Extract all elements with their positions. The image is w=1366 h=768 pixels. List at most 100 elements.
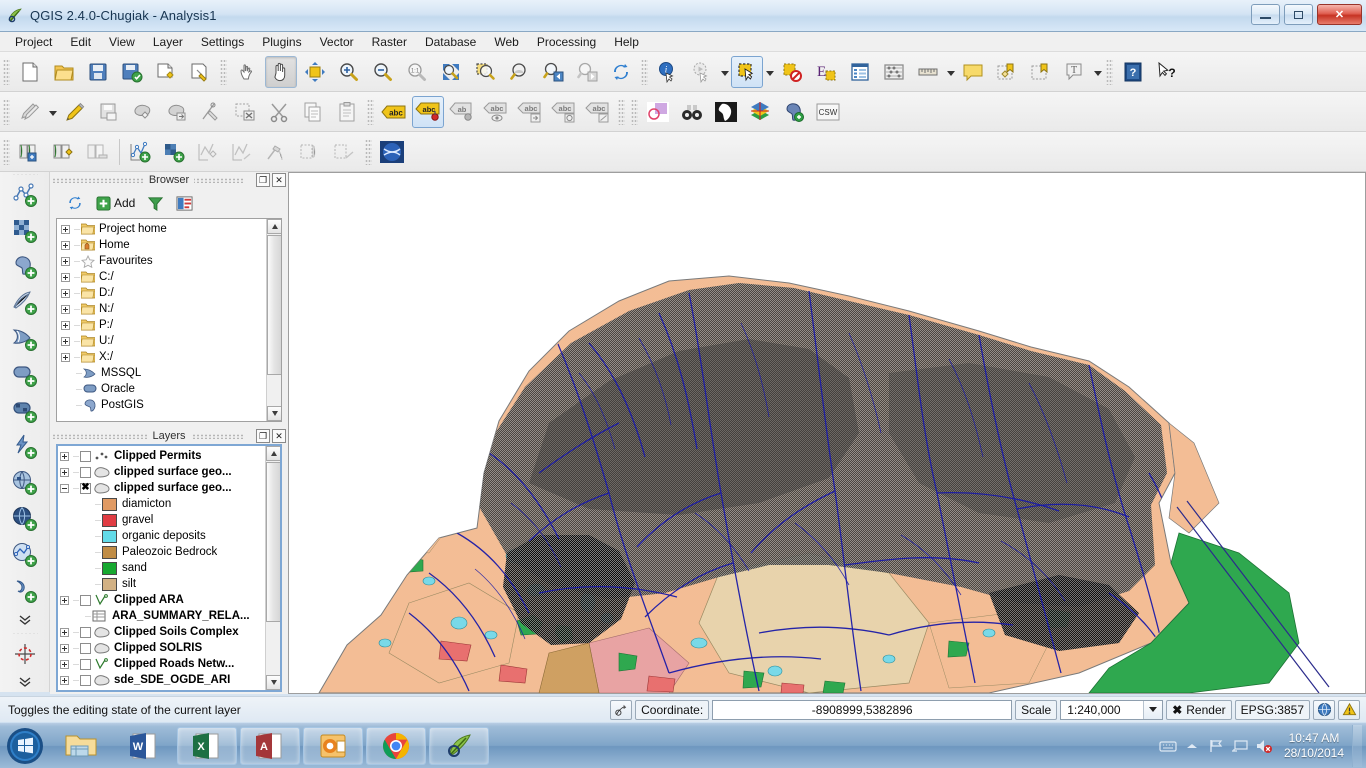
network-icon[interactable]: [1228, 726, 1252, 766]
collapse-minus-icon[interactable]: [60, 483, 69, 493]
menu-help[interactable]: Help: [605, 33, 648, 51]
layer-visibility-checkbox[interactable]: [80, 642, 91, 654]
layer-item[interactable]: ··· sde_SDE_OGDE_ARI: [58, 672, 265, 688]
access-icon[interactable]: A: [240, 726, 300, 765]
browser-float-button[interactable]: ❐: [256, 173, 270, 187]
new-bookmark-icon[interactable]: [991, 56, 1023, 88]
expand-more-icon[interactable]: [8, 610, 42, 630]
layer-item[interactable]: ··· Clipped Roads Netw...: [58, 656, 265, 672]
zoom-last-icon[interactable]: [537, 56, 569, 88]
browser-item[interactable]: ··· X:/: [57, 349, 266, 365]
paste-style-icon[interactable]: [329, 136, 361, 168]
word-icon[interactable]: W: [114, 727, 174, 765]
browser-item[interactable]: ··· Project home: [57, 221, 266, 237]
close-button[interactable]: ✕: [1317, 4, 1362, 25]
toolbar-grip-8[interactable]: [631, 98, 638, 125]
label-pin-icon[interactable]: abc: [412, 95, 444, 128]
add-spatialite-layer-icon[interactable]: [8, 286, 42, 320]
explorer-icon[interactable]: [51, 727, 111, 765]
browser-refresh-button[interactable]: [62, 191, 88, 215]
openlayers-plugin-icon[interactable]: [376, 136, 408, 168]
zoom-full-icon[interactable]: [435, 56, 467, 88]
copy-features-icon[interactable]: [297, 96, 329, 128]
layer-visibility-checkbox[interactable]: [80, 658, 91, 670]
expand-plus-icon[interactable]: [60, 627, 69, 637]
browser-item[interactable]: ··· N:/: [57, 301, 266, 317]
refresh-icon[interactable]: [605, 56, 637, 88]
layer-item[interactable]: ··· Clipped Permits: [58, 448, 265, 464]
geoprocessing-icon[interactable]: [261, 136, 293, 168]
browser-item[interactable]: ··· D:/: [57, 285, 266, 301]
help-contents-icon[interactable]: ?: [1117, 56, 1149, 88]
scale-value[interactable]: 1:240,000: [1061, 701, 1143, 719]
add-postgis-layer-icon[interactable]: [8, 250, 42, 284]
new-memory-layer-icon[interactable]: [159, 136, 191, 168]
expand-plus-icon[interactable]: [60, 675, 69, 685]
browser-item[interactable]: ··· U:/: [57, 333, 266, 349]
windows-start-orb-icon[interactable]: [2, 725, 48, 767]
new-vector-layer-icon[interactable]: [125, 136, 157, 168]
menu-layer[interactable]: Layer: [144, 33, 192, 51]
menu-plugins[interactable]: Plugins: [253, 33, 310, 51]
toolbar-grip-9[interactable]: [3, 138, 10, 165]
add-virtual-layer-icon[interactable]: [8, 574, 42, 608]
layer-item[interactable]: ··· Paleozoic Bedrock: [58, 544, 265, 560]
expand-plus-icon[interactable]: [60, 659, 69, 669]
toggle-editing-icon[interactable]: [59, 96, 91, 128]
layer-item[interactable]: ··· Clipped SOLRIS: [58, 640, 265, 656]
crs-status-button[interactable]: EPSG:3857: [1234, 699, 1310, 720]
add-db2-layer-icon[interactable]: [8, 394, 42, 428]
chevron-down-icon-scale[interactable]: [1143, 700, 1163, 719]
layers-scrollbar[interactable]: [265, 446, 280, 690]
cut-features-icon[interactable]: [263, 96, 295, 128]
toolbar-grip-6[interactable]: [367, 98, 374, 125]
chevron-down-icon-3[interactable]: [945, 56, 956, 88]
layer-visibility-checkbox[interactable]: [80, 594, 91, 606]
map-tips-icon[interactable]: [957, 56, 989, 88]
browser-close-button[interactable]: ✕: [272, 173, 286, 187]
expand-plus-icon[interactable]: [61, 240, 70, 250]
toolbar-grip-2[interactable]: [220, 58, 227, 85]
save-layer-edits-icon[interactable]: [93, 96, 125, 128]
browser-item[interactable]: ··· C:/: [57, 269, 266, 285]
browser-scroll-up-button[interactable]: [267, 219, 281, 234]
browser-scrollbar[interactable]: [266, 219, 281, 421]
new-gpx-layer-icon[interactable]: [227, 136, 259, 168]
open-attribute-table-icon[interactable]: [844, 56, 876, 88]
add-feature-icon[interactable]: [127, 96, 159, 128]
globe-raster-icon[interactable]: [710, 96, 742, 128]
delete-selected-icon[interactable]: [229, 96, 261, 128]
browser-item[interactable]: ··· Home: [57, 237, 266, 253]
expand-plus-icon[interactable]: [61, 272, 70, 282]
whats-this-icon[interactable]: ?: [1151, 56, 1183, 88]
toolbar-grip[interactable]: [3, 58, 10, 85]
expand-more-2-icon[interactable]: [8, 673, 42, 691]
chevron-down-icon-4[interactable]: [1092, 56, 1103, 88]
layer-visibility-checkbox[interactable]: [80, 466, 91, 478]
postgis-manager-icon[interactable]: [778, 96, 810, 128]
crs-globe-icon[interactable]: [1313, 699, 1335, 720]
toolbar-grip-7[interactable]: [618, 98, 625, 125]
show-desktop-button[interactable]: [1352, 724, 1362, 767]
layer-visibility-checkbox[interactable]: [80, 626, 91, 638]
gdal-tools-icon[interactable]: [744, 96, 776, 128]
touch-zoom-icon[interactable]: [231, 56, 263, 88]
browser-add-button[interactable]: Add: [92, 193, 139, 214]
paste-features-icon[interactable]: [331, 96, 363, 128]
open-field-calculator-icon[interactable]: [878, 56, 910, 88]
browser-filter-button[interactable]: [143, 192, 168, 215]
expand-plus-icon[interactable]: [60, 643, 69, 653]
layer-item[interactable]: ··· sand: [58, 560, 265, 576]
coordinate-input[interactable]: -8908999,5382896: [712, 699, 1013, 720]
new-print-composer-icon[interactable]: [150, 56, 182, 88]
browser-item[interactable]: ··· MSSQL: [57, 365, 266, 381]
expand-plus-icon[interactable]: [60, 451, 69, 461]
expand-plus-icon[interactable]: [60, 467, 69, 477]
add-wcs-layer-icon[interactable]: [8, 466, 42, 500]
save-project-icon[interactable]: [82, 56, 114, 88]
browser-item[interactable]: ··· Oracle: [57, 381, 266, 397]
open-project-icon[interactable]: [48, 56, 80, 88]
georeferencer-icon[interactable]: [8, 637, 42, 671]
chevron-down-icon[interactable]: [719, 56, 730, 88]
menu-edit[interactable]: Edit: [61, 33, 100, 51]
